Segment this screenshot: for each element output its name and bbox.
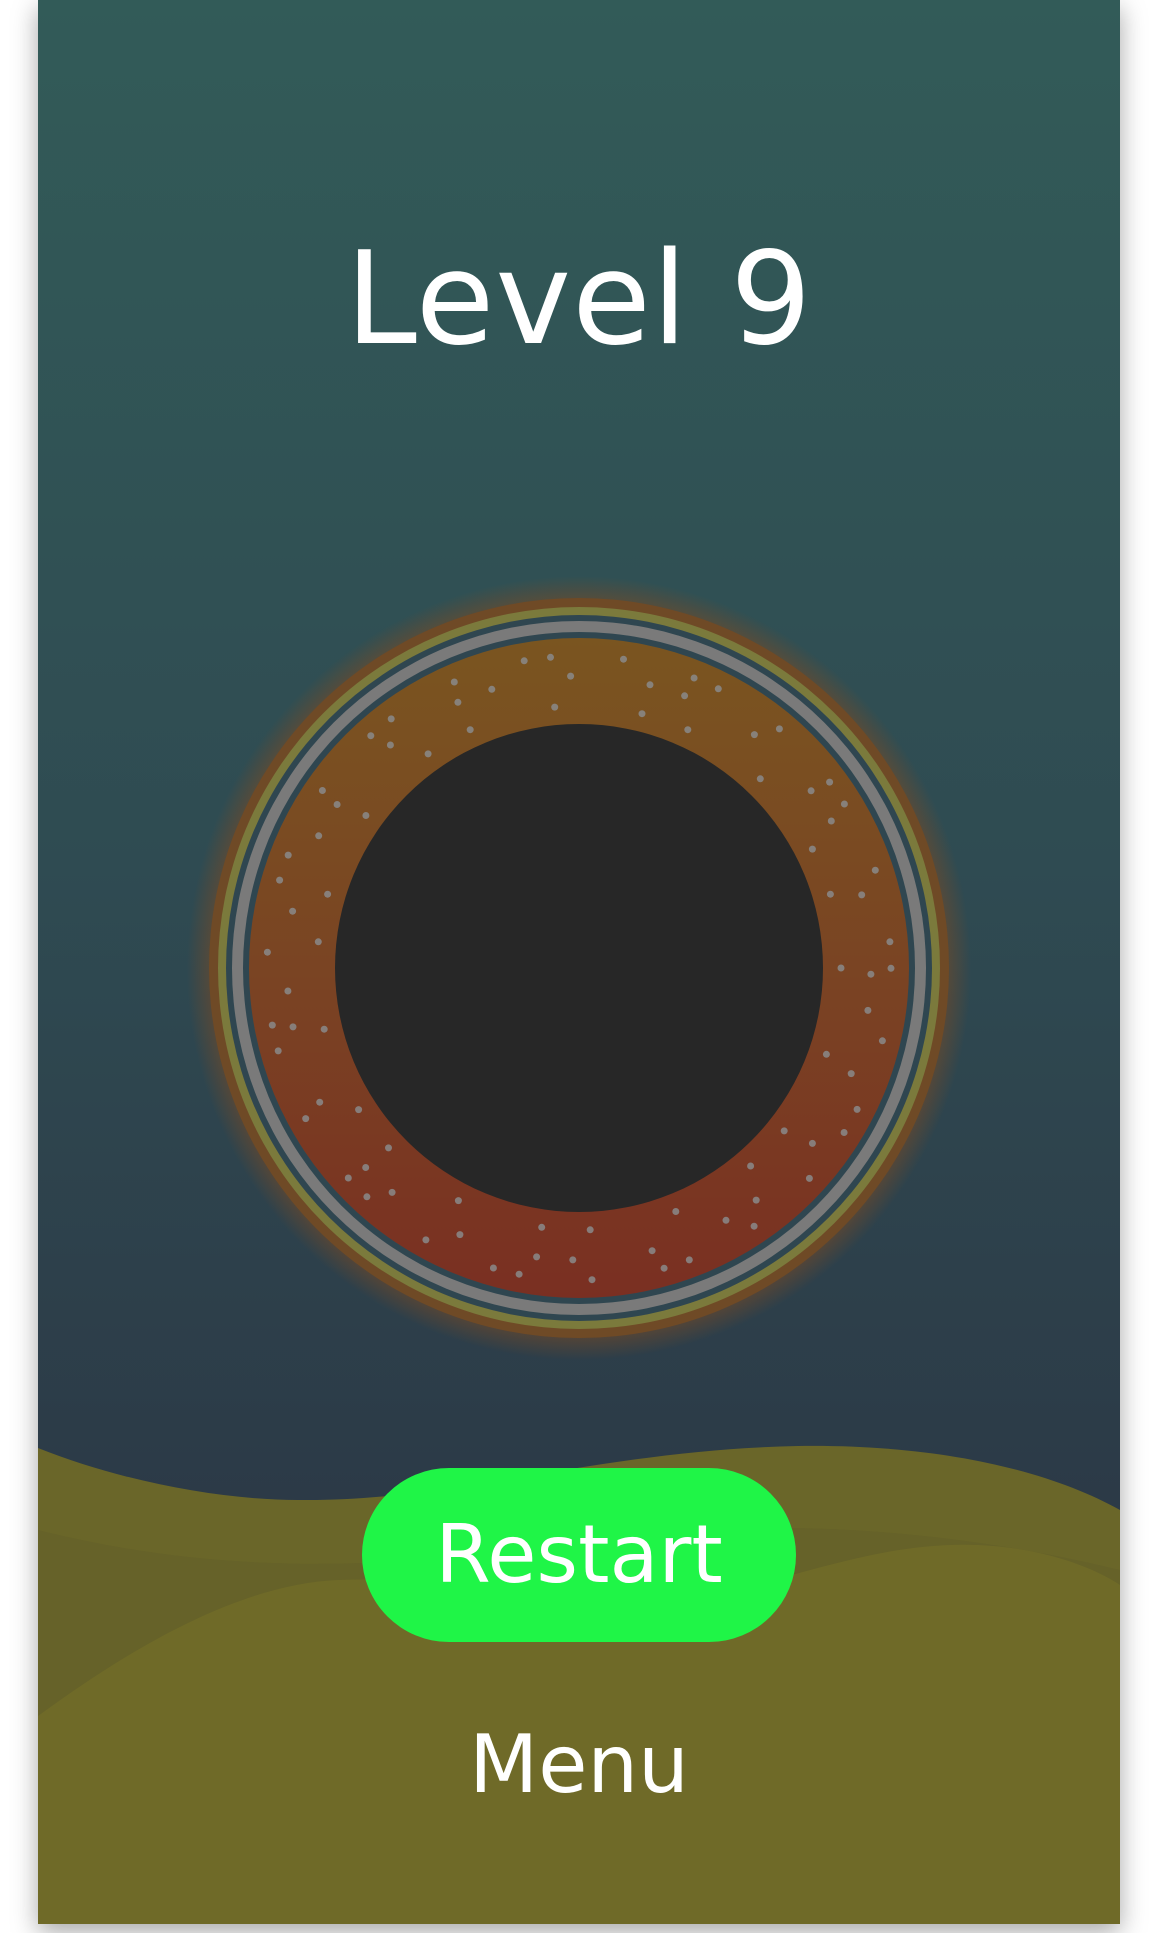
ring-dot [660, 1264, 668, 1272]
ring-dot [388, 1188, 396, 1196]
ring-dot [355, 1106, 363, 1114]
ring-dot [567, 672, 575, 680]
ring-dot [808, 1139, 816, 1147]
ring-dot [756, 775, 764, 783]
ring-dot [840, 1129, 848, 1136]
menu-button[interactable]: Menu [379, 1700, 779, 1830]
target-ring[interactable] [187, 576, 971, 1360]
ring-dot [586, 1226, 594, 1234]
game-frame: Level 9 Restart Menu [38, 0, 1120, 1924]
ring-dot [284, 851, 292, 859]
ring-dot [263, 948, 271, 956]
ring-dot [780, 1127, 788, 1135]
ring-dot [422, 1236, 430, 1244]
ring-dot [289, 1023, 297, 1031]
ring-dot [747, 1162, 755, 1170]
level-title: Level 9 [345, 225, 813, 374]
ring-dot [367, 732, 375, 740]
restart-button[interactable]: Restart [362, 1468, 796, 1642]
ring-dot [864, 1006, 872, 1014]
ring-dot [840, 800, 848, 808]
ring-dot [867, 970, 875, 978]
ring-dot [318, 787, 326, 794]
ring-dot [646, 681, 654, 689]
ring-dot [826, 890, 834, 898]
ring-dot [520, 657, 528, 665]
ring-dot [569, 1256, 577, 1264]
ring-dot [685, 1256, 693, 1264]
ring-dot [805, 1174, 813, 1182]
ring-dot [847, 1070, 855, 1078]
ring-dot [450, 678, 458, 686]
ring-dot [672, 1208, 680, 1215]
ring-dot [466, 726, 474, 734]
ring-dot [362, 1164, 370, 1171]
ring-dot [538, 1223, 546, 1231]
ring-dot [887, 964, 895, 972]
ring-dot [489, 1264, 497, 1272]
ring-dot [853, 1105, 861, 1113]
ring-dot [362, 812, 370, 819]
ring-dot [488, 685, 496, 693]
ring-dot [454, 698, 462, 706]
ring-dot [454, 1197, 462, 1205]
ring-dot [620, 655, 627, 663]
ring-dot [276, 876, 284, 884]
ring-dot [515, 1270, 523, 1278]
ring-dot [690, 674, 698, 682]
ring-dot [363, 1193, 371, 1201]
page: Level 9 Restart Menu [0, 0, 1155, 1933]
ring-dot [315, 832, 323, 840]
ring-dot [320, 1025, 328, 1033]
ring-dot [314, 938, 322, 946]
ring-dot [333, 801, 341, 808]
core-circle [335, 724, 823, 1212]
ring-dot [551, 703, 559, 711]
ring-dot [822, 1050, 830, 1058]
ring-dot [750, 1222, 758, 1230]
ring-dot [827, 817, 835, 825]
ring-dot [837, 964, 845, 972]
ring-dot [268, 1021, 276, 1029]
ring-dot [871, 866, 879, 874]
ring-dot [638, 710, 646, 718]
ring-dot [681, 692, 689, 700]
ring-dot [424, 750, 432, 758]
ring-dot [886, 938, 894, 946]
ring-dot [752, 1196, 760, 1204]
ring-dot [878, 1037, 886, 1045]
ring-dot [316, 1098, 324, 1106]
ring-dot [588, 1276, 596, 1284]
ring-dot [344, 1174, 352, 1182]
ring-dot [775, 725, 783, 733]
ring-dot [648, 1247, 656, 1255]
ring-dot [533, 1253, 541, 1261]
ring-dot [387, 715, 395, 723]
ring-dot [274, 1047, 282, 1055]
ring-dot [385, 1144, 392, 1152]
ring-dot [284, 987, 292, 995]
ring-dot [807, 787, 815, 795]
ring-dot [302, 1115, 310, 1123]
ring-dot [324, 890, 332, 898]
ring-dot [826, 778, 834, 786]
ring-dot [386, 741, 394, 749]
ring-dot [858, 891, 866, 899]
ring-dot [714, 685, 722, 693]
ring-dot [684, 726, 692, 734]
ring-dot [750, 731, 758, 739]
ring-dot [722, 1216, 730, 1224]
ring-dot [289, 907, 297, 915]
ring-dot [547, 653, 554, 661]
ring-dot [808, 845, 816, 853]
ring-dot [456, 1231, 464, 1239]
